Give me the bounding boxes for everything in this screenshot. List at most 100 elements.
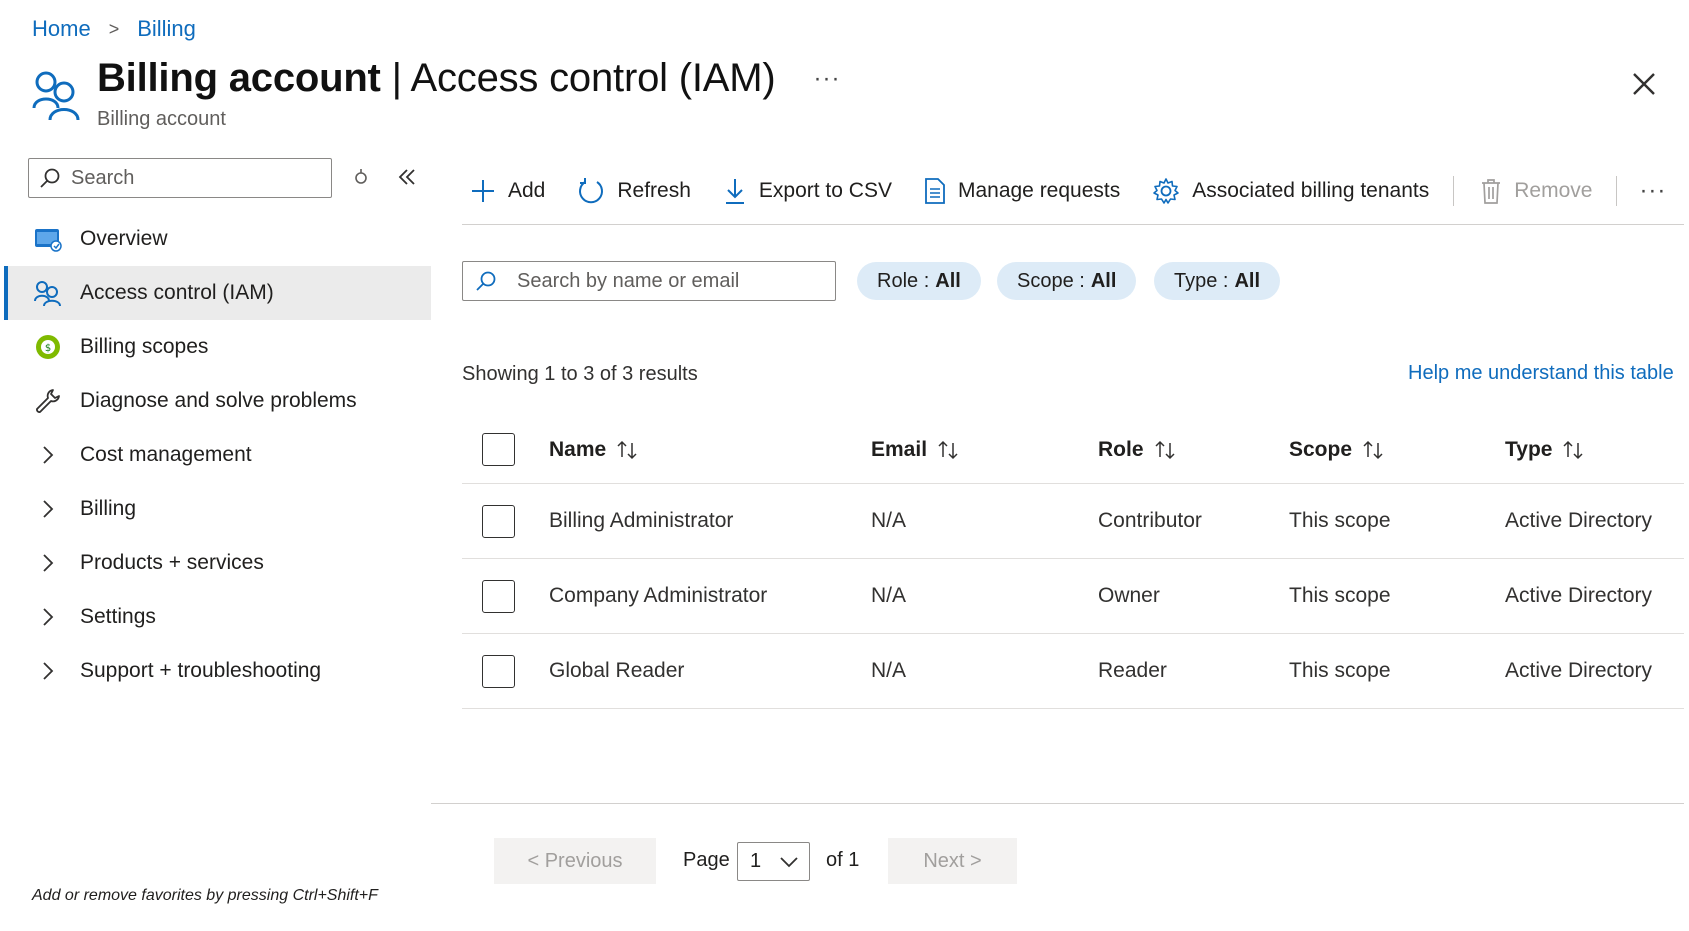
cell-role: Reader <box>1098 659 1167 682</box>
row-checkbox[interactable] <box>482 654 515 688</box>
table-header-row: Name Email Role Scope Type <box>462 416 1684 484</box>
export-label: Export to CSV <box>758 179 892 202</box>
people-icon <box>34 279 62 307</box>
sidebar-item-access-control[interactable]: Access control (IAM) <box>4 266 431 320</box>
sidebar-item-support[interactable]: Support + troubleshooting <box>4 644 431 698</box>
sidebar-item-settings[interactable]: Settings <box>4 590 431 644</box>
remove-button[interactable]: Remove <box>1480 177 1592 205</box>
plus-icon <box>472 180 494 202</box>
scope-filter-label: Scope : <box>1017 269 1085 292</box>
column-header-name[interactable]: Name <box>549 438 638 462</box>
billing-scopes-icon: $ <box>34 333 62 361</box>
cell-email: N/A <box>871 584 907 607</box>
sidebar-item-cost-management[interactable]: Cost management <box>4 428 431 482</box>
column-header-email[interactable]: Email <box>871 438 959 462</box>
chevron-right-icon <box>34 549 62 577</box>
type-filter-value: All <box>1234 269 1261 292</box>
search-icon <box>40 168 60 188</box>
cell-email: N/A <box>871 509 907 532</box>
toolbar-divider-line <box>462 224 1684 225</box>
sidebar-item-overview[interactable]: Overview <box>4 212 431 266</box>
sidebar-item-label: Products + services <box>80 551 264 574</box>
page-title-row: Billing account | Access control (IAM) ·… <box>97 56 840 101</box>
page-label: Page <box>683 849 730 871</box>
sort-icon <box>617 440 637 459</box>
toolbar-more-button[interactable]: ··· <box>1639 177 1666 205</box>
role-filter-value: All <box>935 269 961 292</box>
close-icon[interactable] <box>1628 68 1660 100</box>
sidebar-item-billing-scopes[interactable]: $ Billing scopes <box>4 320 431 374</box>
add-button[interactable]: Add <box>470 178 545 204</box>
page-subtitle: Billing account <box>97 108 226 130</box>
column-header-scope[interactable]: Scope <box>1289 438 1384 462</box>
gear-icon <box>1153 178 1180 204</box>
search-placeholder: Search by name or email <box>517 269 740 292</box>
column-header-role[interactable]: Role <box>1098 438 1176 462</box>
scope-filter-pill[interactable]: Scope : All <box>997 262 1137 300</box>
favorites-hint: Add or remove favorites by pressing Ctrl… <box>32 887 378 904</box>
chevron-right-icon <box>34 657 62 685</box>
collapse-sidebar-icon[interactable] <box>396 166 418 188</box>
role-filter-label: Role : <box>877 269 930 292</box>
chevron-right-icon <box>34 441 62 469</box>
cell-email: N/A <box>871 659 907 682</box>
sidebar-item-billing[interactable]: Billing <box>4 482 431 536</box>
page-total-label: of 1 <box>826 849 860 871</box>
breadcrumb-separator: > <box>108 18 120 39</box>
refresh-label: Refresh <box>617 179 691 202</box>
row-checkbox[interactable] <box>482 504 515 538</box>
sort-icon <box>1154 440 1175 459</box>
svg-text:$: $ <box>45 343 51 354</box>
role-filter-pill[interactable]: Role : All <box>857 262 981 300</box>
scope-filter-value: All <box>1090 269 1117 292</box>
sidebar-search-input[interactable]: Search <box>28 158 332 198</box>
sort-icon <box>1363 440 1383 459</box>
trash-icon <box>1482 179 1501 204</box>
manage-requests-button[interactable]: Manage requests <box>924 177 1120 205</box>
refresh-icon <box>579 178 604 204</box>
row-checkbox[interactable] <box>482 579 515 613</box>
cell-role: Owner <box>1098 584 1160 607</box>
select-all-checkbox[interactable] <box>482 433 515 466</box>
pagination-divider <box>431 803 1684 804</box>
wrench-icon <box>34 387 62 415</box>
sidebar-item-products-services[interactable]: Products + services <box>4 536 431 590</box>
sidebar-item-label: Overview <box>80 227 168 250</box>
refresh-button[interactable]: Refresh <box>577 177 691 205</box>
type-filter-pill[interactable]: Type : All <box>1154 262 1281 300</box>
sidebar-item-diagnose[interactable]: Diagnose and solve problems <box>4 374 431 428</box>
role-assignments-table: Name Email Role Scope Type Billing Admin… <box>462 416 1684 709</box>
chevron-down-icon <box>780 856 798 867</box>
breadcrumb: Home > Billing <box>32 16 196 42</box>
next-page-button[interactable]: Next > <box>888 838 1017 884</box>
download-icon <box>725 179 744 204</box>
help-table-link[interactable]: Help me understand this table <box>1408 362 1674 385</box>
manage-requests-label: Manage requests <box>957 179 1121 202</box>
column-header-type[interactable]: Type <box>1505 438 1584 462</box>
sidebar-item-label: Diagnose and solve problems <box>80 389 357 412</box>
add-label: Add <box>508 179 546 202</box>
table-row[interactable]: Company Administrator N/A Owner This sco… <box>462 559 1684 634</box>
filter-options-icon[interactable] <box>350 166 372 188</box>
sidebar-item-label: Access control (IAM) <box>80 281 274 304</box>
breadcrumb-billing-link[interactable]: Billing <box>137 16 196 42</box>
search-by-name-input[interactable]: Search by name or email <box>462 261 836 301</box>
cell-name: Global Reader <box>549 659 685 682</box>
table-row[interactable]: Global Reader N/A Reader This scope Acti… <box>462 634 1684 709</box>
previous-page-button[interactable]: < Previous <box>494 838 656 884</box>
sort-icon <box>1563 440 1583 459</box>
chevron-right-icon <box>34 603 62 631</box>
cell-type: Active Directory <box>1505 584 1653 607</box>
associated-billing-tenants-button[interactable]: Associated billing tenants <box>1152 177 1429 205</box>
breadcrumb-home-link[interactable]: Home <box>32 16 91 42</box>
cell-role: Contributor <box>1098 509 1202 532</box>
cell-name: Billing Administrator <box>549 509 734 532</box>
toolbar-divider <box>1616 176 1618 206</box>
type-filter-label: Type : <box>1174 269 1229 292</box>
page-select[interactable]: 1 <box>737 842 810 881</box>
sidebar-search-placeholder: Search <box>71 166 135 189</box>
table-row[interactable]: Billing Administrator N/A Contributor Th… <box>462 484 1684 559</box>
export-csv-button[interactable]: Export to CSV <box>723 177 892 205</box>
more-options-button[interactable]: ··· <box>813 65 840 93</box>
sidebar-item-label: Settings <box>80 605 156 628</box>
